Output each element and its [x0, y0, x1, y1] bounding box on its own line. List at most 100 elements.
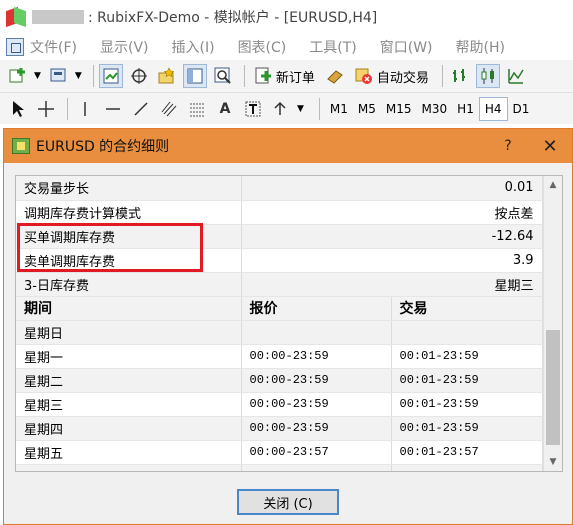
spec-label: 卖单调期库存费 [16, 248, 242, 273]
window-menu-icon[interactable] [6, 38, 24, 56]
dialog-title: EURUSD 的合约细则 [36, 139, 170, 155]
schedule-trade [391, 464, 543, 471]
navigator-button[interactable] [155, 64, 179, 88]
new-chart-icon [9, 68, 25, 83]
table-row: 买单调期库存费 -12.64 [16, 224, 543, 249]
line-chart-button[interactable] [504, 64, 528, 88]
chevron-down-icon[interactable]: ▼ [34, 71, 41, 81]
timeframe-d1[interactable]: D1 [508, 97, 535, 121]
chevron-down-icon[interactable]: ▼ [297, 104, 304, 114]
schedule-day: 星期四 [16, 416, 242, 441]
text-button[interactable]: A [213, 97, 237, 121]
timeframe-m5[interactable]: M5 [353, 97, 381, 121]
profiles-icon [50, 68, 66, 82]
cursor-icon [13, 100, 24, 117]
horizontal-line-button[interactable] [101, 97, 125, 121]
standard-toolbar: ▼ ▼ 新订单 自动交易 [0, 60, 573, 93]
schedule-quote: 00:00-23:57 [241, 440, 392, 465]
menu-view[interactable]: 显示(V) [100, 37, 149, 57]
column-header-period: 期间 [16, 296, 242, 321]
spec-label: 3-日库存费 [16, 272, 242, 297]
tester-button[interactable] [211, 64, 235, 88]
timeframe-h1[interactable]: H1 [452, 97, 479, 121]
table-row: 星期五 00:00-23:57 00:01-23:57 [16, 440, 543, 465]
arrows-button[interactable] [269, 97, 293, 121]
trendline-icon [134, 101, 148, 116]
timeframe-h4[interactable]: H4 [478, 96, 508, 121]
schedule-trade [391, 320, 543, 345]
new-chart-button[interactable] [6, 64, 30, 88]
scroll-down-icon[interactable]: ▼ [544, 453, 562, 471]
cursor-button[interactable] [6, 97, 30, 121]
timeframe-m30[interactable]: M30 [417, 97, 453, 121]
table-row: 卖单调期库存费 3.9 [16, 248, 543, 273]
scroll-up-icon[interactable]: ▲ [544, 176, 562, 194]
schedule-day: 星期三 [16, 392, 242, 417]
scrollbar-thumb[interactable] [546, 330, 560, 445]
help-button[interactable]: ? [488, 138, 528, 154]
spec-label: 交易量步长 [16, 176, 242, 201]
menu-window[interactable]: 窗口(W) [380, 37, 433, 57]
auto-trading-button[interactable]: 自动交易 [351, 63, 433, 89]
table-row: 星期二 00:00-23:59 00:01-23:59 [16, 368, 543, 393]
profiles-button[interactable] [47, 64, 71, 88]
window-titlebar: : RubixFX-Demo - 模拟帐户 - [EURUSD,H4] [0, 0, 573, 34]
schedule-day: 星期五 [16, 440, 242, 465]
column-header-trade: 交易 [391, 296, 543, 321]
star-folder-icon [158, 67, 175, 84]
equidistant-channel-button[interactable] [157, 97, 181, 121]
vertical-scrollbar[interactable]: ▲ ▼ [543, 176, 562, 471]
bar-chart-button[interactable] [448, 64, 472, 88]
dialog-app-icon [12, 138, 30, 154]
schedule-quote: 00:00-23:59 [241, 344, 392, 369]
schedule-trade: 00:01-23:57 [391, 440, 543, 465]
spec-label: 调期库存费计算模式 [16, 200, 242, 225]
new-order-icon [255, 67, 271, 84]
timeframe-m1[interactable]: M1 [325, 97, 353, 121]
fibonacci-icon [190, 103, 204, 116]
schedule-quote [241, 320, 392, 345]
new-order-button[interactable]: 新订单 [250, 63, 319, 89]
trendline-button[interactable] [129, 97, 153, 121]
dialog-close-icon[interactable]: ✕ [528, 136, 572, 157]
crosshair-tool-button[interactable] [34, 97, 58, 121]
spec-value: 0.01 [241, 176, 543, 201]
table-row: 3-日库存费 星期三 [16, 272, 543, 297]
app-logo-icon [6, 6, 26, 28]
text-label-button[interactable] [241, 97, 265, 121]
auto-trading-icon [355, 68, 372, 84]
timeframe-m15[interactable]: M15 [381, 97, 417, 121]
menu-file[interactable]: 文件(F) [30, 37, 77, 57]
toolbar-divider [92, 65, 94, 87]
spec-value: -12.64 [241, 224, 543, 249]
table-row: 星期六 [16, 464, 543, 471]
schedule-day: 星期一 [16, 344, 242, 369]
spec-table: 交易量步长 0.01 调期库存费计算模式 按点差 买单调期库存费 -12.64 卖单调… [15, 175, 563, 472]
menu-charts[interactable]: 图表(C) [238, 37, 287, 57]
chevron-down-icon[interactable]: ▼ [75, 71, 82, 81]
crosshair-button[interactable] [127, 64, 151, 88]
schedule-trade: 00:01-23:59 [391, 344, 543, 369]
redacted-account [32, 10, 84, 24]
magnifier-icon [214, 67, 231, 84]
menu-insert[interactable]: 插入(I) [172, 37, 215, 57]
vertical-line-button[interactable] [73, 97, 97, 121]
fibonacci-button[interactable] [185, 97, 209, 121]
menu-tools[interactable]: 工具(T) [309, 37, 356, 57]
schedule-quote: 00:00-23:59 [241, 368, 392, 393]
market-watch-icon [103, 68, 119, 84]
contract-specification-dialog: EURUSD 的合约细则 ? ✕ 交易量步长 0.01 调期库存费计算模式 按点差 … [3, 128, 573, 525]
toolbar-divider [318, 97, 320, 120]
market-watch-button[interactable] [98, 64, 123, 88]
metaeditor-button[interactable] [323, 64, 347, 88]
terminal-button[interactable] [182, 64, 207, 88]
schedule-trade: 00:01-23:59 [391, 368, 543, 393]
candlestick-button[interactable] [475, 64, 500, 88]
text-label-icon [245, 101, 261, 116]
menu-help[interactable]: 帮助(H) [456, 37, 505, 57]
candlestick-icon [481, 68, 494, 84]
vertical-line-icon [84, 101, 86, 116]
close-button[interactable]: 关闭 (C) [237, 489, 339, 515]
crosshair-icon [130, 68, 147, 84]
arrows-icon [274, 101, 286, 115]
